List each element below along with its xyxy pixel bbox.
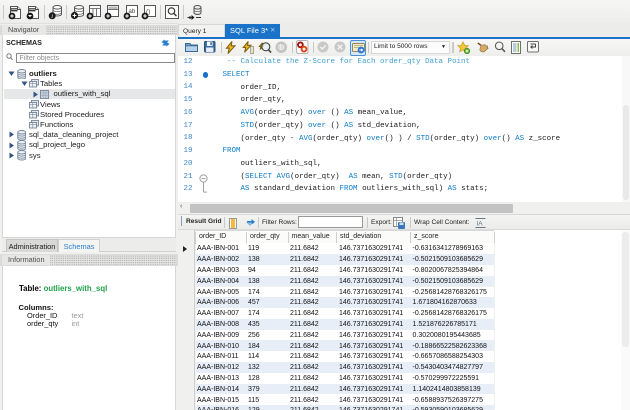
- svg-text:i: i: [51, 13, 53, 20]
- svg-text:IA: IA: [477, 220, 484, 227]
